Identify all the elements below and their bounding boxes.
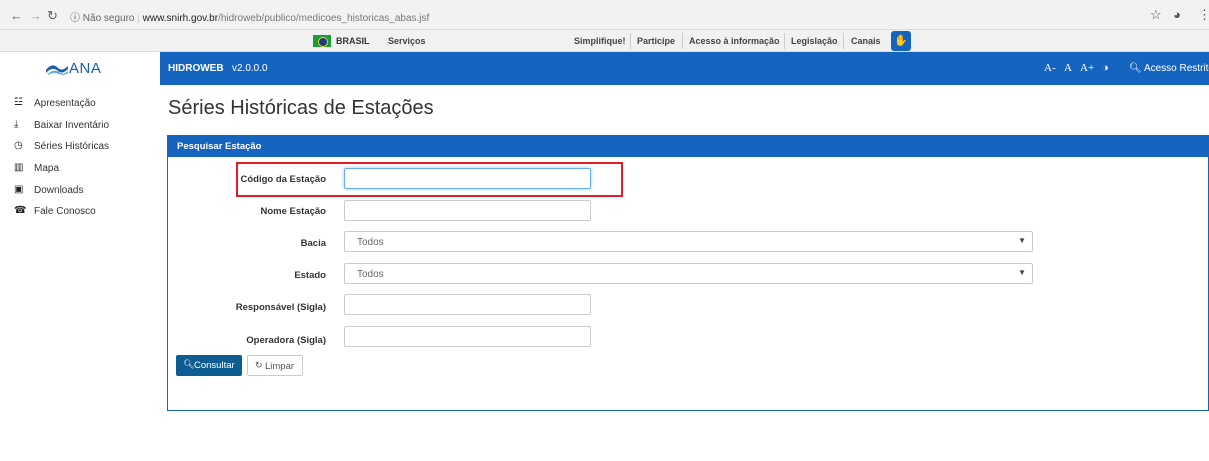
estado-label: Estado: [294, 270, 326, 281]
phone-icon: ☎: [14, 205, 27, 216]
gov-link-legislacao[interactable]: Legislação: [791, 36, 838, 46]
estado-select[interactable]: Todos ▼: [344, 263, 1033, 284]
sidebar-item-label: Apresentação: [34, 98, 96, 109]
arrow-right-icon[interactable]: →: [29, 8, 42, 23]
browser-toolbar: ← → ↻ ⓘ Não seguro | www.snirh.gov.br/hi…: [0, 0, 1209, 30]
acesso-restrito-link[interactable]: 🔍︎ Acesso Restrito: [1129, 63, 1209, 74]
chevron-down-icon: ▼: [1018, 268, 1026, 277]
page-title: Séries Históricas de Estações: [168, 97, 434, 119]
sidebar-item-label: Fale Conosco: [34, 206, 96, 217]
contrast-icon[interactable]: ◑: [1102, 62, 1109, 74]
bacia-selected-value: Todos: [357, 237, 384, 248]
gov-link-simplifique[interactable]: Simplifique!: [574, 36, 626, 46]
panel-title: Pesquisar Estação: [177, 141, 262, 152]
arrow-left-icon[interactable]: ←: [10, 8, 23, 23]
limpar-button[interactable]: ↻ Limpar: [247, 355, 303, 376]
brand-link[interactable]: HIDROWEB: [168, 63, 224, 74]
briefcase-icon: ☳: [14, 97, 23, 108]
sidebar-item-label: Baixar Inventário: [34, 120, 110, 131]
gov-link-servicos[interactable]: Serviços: [388, 36, 426, 46]
brazil-flag-icon: [313, 35, 331, 47]
url-host: www.snirh.gov.br: [142, 13, 219, 24]
more-icon[interactable]: ⋮: [1198, 7, 1209, 23]
vlibras-hand-icon[interactable]: ✋: [891, 31, 911, 51]
gov-link-acesso-informacao[interactable]: Acesso à informação: [689, 36, 780, 46]
bacia-select[interactable]: Todos ▼: [344, 231, 1033, 252]
operadora-label: Operadora (Sigla): [246, 335, 326, 346]
consultar-label: Consultar: [194, 360, 235, 371]
ana-wave-icon: [46, 65, 68, 75]
map-icon: ▥: [14, 162, 24, 173]
sidebar-item-label: Séries Históricas: [34, 141, 110, 152]
clock-icon: ◷: [14, 140, 23, 151]
nome-estacao-label: Nome Estação: [260, 206, 326, 217]
sidebar-item-label: Mapa: [34, 163, 60, 174]
sidebar: ANA ☳ Apresentação ⤓ Baixar Inventário ◷…: [0, 52, 160, 461]
consultar-button[interactable]: 🔍︎ Consultar: [176, 355, 242, 376]
refresh-icon: ↻: [255, 360, 263, 370]
estado-selected-value: Todos: [357, 269, 384, 280]
ana-logo-text: ANA: [69, 60, 102, 77]
font-increase-button[interactable]: A+: [1080, 62, 1094, 74]
gov-brasil-link[interactable]: BRASIL: [336, 36, 370, 46]
highlight-annotation: [236, 162, 623, 197]
extension-icon[interactable]: ◕: [1173, 7, 1181, 22]
gov-bar: BRASIL Serviços Simplifique! Participe A…: [0, 30, 1209, 52]
address-bar[interactable]: ⓘ Não seguro | www.snirh.gov.br/hidroweb…: [70, 9, 429, 24]
chevron-down-icon: ▼: [1018, 236, 1026, 245]
gov-link-canais[interactable]: Canais: [851, 36, 881, 46]
responsavel-label: Responsável (Sigla): [235, 302, 326, 313]
star-icon[interactable]: ☆: [1150, 7, 1162, 23]
nome-estacao-input[interactable]: [344, 200, 591, 221]
insecure-label: Não seguro: [82, 13, 135, 24]
font-normal-button[interactable]: A: [1064, 62, 1072, 74]
url-path: /hidroweb/publico/medicoes_historicas_ab…: [218, 13, 430, 24]
panel-header: Pesquisar Estação: [168, 136, 1208, 157]
info-icon[interactable]: ⓘ: [70, 13, 80, 24]
responsavel-input[interactable]: [344, 294, 591, 315]
downloads-box-icon: ▣: [14, 184, 24, 195]
top-navbar: HIDROWEB v2.0.0.0 A- A A+ ◑ 🔍︎ Acesso Re…: [160, 52, 1209, 85]
gov-link-participe[interactable]: Participe: [637, 36, 675, 46]
operadora-input[interactable]: [344, 326, 591, 347]
download-icon: ⤓: [14, 119, 19, 130]
key-icon: 🔍︎: [1129, 63, 1142, 74]
acesso-restrito-label: Acesso Restrito: [1143, 63, 1209, 74]
bacia-label: Bacia: [300, 238, 326, 249]
reload-icon[interactable]: ↻: [47, 8, 58, 24]
font-decrease-button[interactable]: A-: [1044, 62, 1056, 74]
version-label: v2.0.0.0: [232, 63, 268, 74]
search-icon: 🔍︎: [183, 359, 195, 369]
limpar-label: Limpar: [265, 361, 295, 372]
sidebar-item-label: Downloads: [34, 185, 84, 196]
